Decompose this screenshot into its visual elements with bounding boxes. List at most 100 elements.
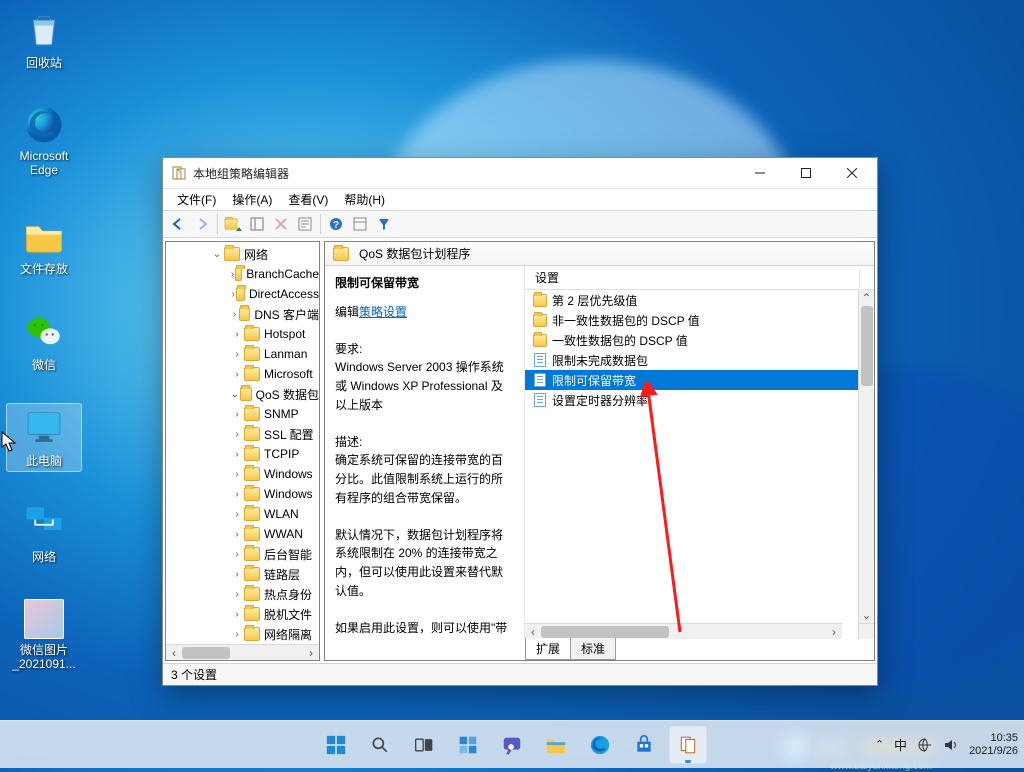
expand-icon[interactable]: ›: [230, 629, 244, 640]
expand-icon[interactable]: ›: [230, 529, 244, 540]
scroll-down-icon[interactable]: ⌄: [859, 607, 874, 623]
scroll-up-icon[interactable]: ⌃: [859, 290, 874, 306]
expand-icon[interactable]: ›: [230, 369, 244, 380]
desktop-icon-image[interactable]: 微信图片_2021091...: [6, 598, 82, 672]
start-button[interactable]: [317, 726, 355, 764]
scroll-right-icon[interactable]: ›: [303, 645, 319, 660]
tree-node[interactable]: ›网络隔离: [166, 624, 319, 644]
edit-policy-link[interactable]: 策略设置: [359, 305, 407, 319]
tree-node[interactable]: ›Windows: [166, 464, 319, 484]
tree-node[interactable]: ›TCPIP: [166, 444, 319, 464]
tab-standard[interactable]: 标准: [570, 638, 616, 660]
system-tray[interactable]: ⌃ 中 10:35 2021/9/26: [875, 732, 1018, 756]
expand-icon[interactable]: ›: [230, 609, 244, 620]
menu-help[interactable]: 帮助(H): [336, 189, 393, 210]
tree-node[interactable]: ›Hotspot: [166, 324, 319, 344]
network-tray-icon[interactable]: [917, 737, 933, 753]
scrollbar-thumb[interactable]: [861, 306, 873, 386]
desktop-icon-folder[interactable]: 文件存放: [6, 214, 82, 277]
expand-icon[interactable]: ›: [230, 349, 244, 360]
search-button[interactable]: [361, 726, 399, 764]
scroll-left-icon[interactable]: ‹: [166, 645, 182, 660]
tray-chevron-icon[interactable]: ⌃: [875, 738, 884, 751]
expand-icon[interactable]: ⌄: [230, 389, 240, 400]
ime-icon[interactable]: 中: [894, 735, 907, 754]
chat-button[interactable]: [493, 726, 531, 764]
scrollbar-thumb[interactable]: [541, 626, 669, 638]
column-header[interactable]: 设置: [525, 266, 874, 290]
tree-horizontal-scrollbar[interactable]: ‹ ›: [166, 644, 319, 660]
tree-node-network[interactable]: ⌄ 网络: [166, 244, 319, 264]
expand-icon[interactable]: ›: [230, 589, 244, 600]
list-item[interactable]: 限制可保留带宽: [525, 370, 874, 390]
list-item[interactable]: 限制未完成数据包: [525, 350, 874, 370]
list-item[interactable]: 第 2 层优先级值: [525, 290, 874, 310]
clock[interactable]: 10:35 2021/9/26: [969, 732, 1018, 756]
taskbar[interactable]: ⌃ 中 10:35 2021/9/26: [0, 720, 1024, 768]
back-button[interactable]: [167, 213, 189, 235]
close-button[interactable]: [829, 158, 875, 188]
policy-tree[interactable]: ⌄ 网络 ›BranchCache›DirectAccess›DNS 客户端›H…: [166, 242, 319, 646]
options-button[interactable]: [349, 213, 371, 235]
expand-icon[interactable]: ›: [230, 509, 244, 520]
tree-node[interactable]: ›DNS 客户端: [166, 304, 319, 324]
tree-node[interactable]: ⌄QoS 数据包: [166, 384, 319, 404]
tree-node[interactable]: ›Lanman: [166, 344, 319, 364]
tree-node[interactable]: ›后台智能: [166, 544, 319, 564]
desktop-icon-recycle-bin[interactable]: 回收站: [6, 8, 82, 71]
tree-node[interactable]: ›WLAN: [166, 504, 319, 524]
menu-file[interactable]: 文件(F): [169, 189, 224, 210]
desktop-icon-edge[interactable]: Microsoft Edge: [6, 104, 82, 178]
tree-node[interactable]: ›Microsoft: [166, 364, 319, 384]
desktop-icon-network[interactable]: 网络: [6, 502, 82, 565]
tree-node[interactable]: ›脱机文件: [166, 604, 319, 624]
expand-icon[interactable]: ›: [230, 569, 244, 580]
tree-node[interactable]: ›链路层: [166, 564, 319, 584]
settings-list[interactable]: 第 2 层优先级值非一致性数据包的 DSCP 值一致性数据包的 DSCP 值限制…: [525, 290, 874, 623]
tab-extended[interactable]: 扩展: [525, 638, 571, 660]
forward-button[interactable]: [191, 213, 213, 235]
list-item[interactable]: 设置定时器分辨率: [525, 390, 874, 410]
scroll-right-icon[interactable]: ›: [826, 624, 842, 639]
tree-node[interactable]: ›BranchCache: [166, 264, 319, 284]
tree-node[interactable]: ›DirectAccess: [166, 284, 319, 304]
gpedit-taskbar-button[interactable]: [669, 726, 707, 764]
expand-icon[interactable]: ›: [230, 449, 244, 460]
volume-tray-icon[interactable]: [943, 737, 959, 753]
menu-view[interactable]: 查看(V): [280, 189, 336, 210]
collapse-icon[interactable]: ⌄: [210, 249, 224, 260]
list-item[interactable]: 非一致性数据包的 DSCP 值: [525, 310, 874, 330]
horizontal-scrollbar[interactable]: ‹ ›: [525, 623, 842, 639]
menu-action[interactable]: 操作(A): [224, 189, 280, 210]
delete-button[interactable]: [270, 213, 292, 235]
desktop-icon-wechat[interactable]: 微信: [6, 310, 82, 373]
up-button[interactable]: [222, 213, 244, 235]
tree-node[interactable]: ›WWAN: [166, 524, 319, 544]
store-button[interactable]: [625, 726, 663, 764]
widgets-button[interactable]: [449, 726, 487, 764]
tree-node[interactable]: ›热点身份: [166, 584, 319, 604]
scroll-left-icon[interactable]: ‹: [525, 624, 541, 639]
scrollbar-thumb[interactable]: [182, 647, 230, 659]
expand-icon[interactable]: ›: [230, 489, 244, 500]
show-hide-tree-button[interactable]: [246, 213, 268, 235]
titlebar[interactable]: 本地组策略编辑器: [163, 158, 877, 188]
expand-icon[interactable]: ›: [230, 409, 244, 420]
tree-node[interactable]: ›Windows: [166, 484, 319, 504]
minimize-button[interactable]: [737, 158, 783, 188]
expand-icon[interactable]: ›: [230, 309, 239, 320]
edge-taskbar-button[interactable]: [581, 726, 619, 764]
desktop-icon-this-pc[interactable]: 此电脑: [6, 403, 82, 472]
vertical-scrollbar[interactable]: ⌃ ⌄: [858, 290, 874, 623]
filter-button[interactable]: [373, 213, 395, 235]
maximize-button[interactable]: [783, 158, 829, 188]
file-explorer-button[interactable]: [537, 726, 575, 764]
expand-icon[interactable]: ›: [230, 469, 244, 480]
task-view-button[interactable]: [405, 726, 443, 764]
tree-node[interactable]: ›SNMP: [166, 404, 319, 424]
expand-icon[interactable]: ›: [230, 429, 244, 440]
list-item[interactable]: 一致性数据包的 DSCP 值: [525, 330, 874, 350]
expand-icon[interactable]: ›: [230, 329, 244, 340]
expand-icon[interactable]: ›: [230, 549, 244, 560]
help-button[interactable]: ?: [325, 213, 347, 235]
